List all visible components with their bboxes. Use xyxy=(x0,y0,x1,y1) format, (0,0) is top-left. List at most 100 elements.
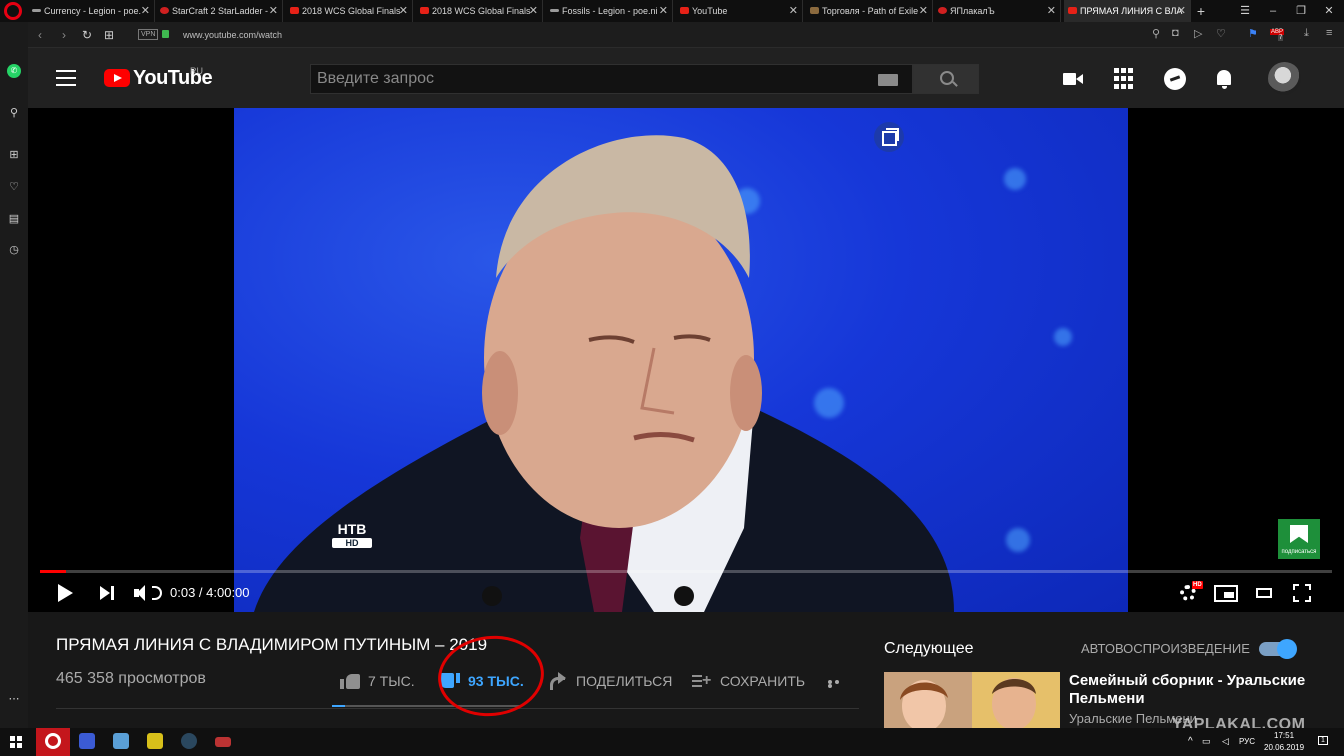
news-icon[interactable]: ▤ xyxy=(7,212,21,226)
taskbar-steam[interactable] xyxy=(172,728,206,756)
close-icon[interactable]: ✕ xyxy=(141,0,150,22)
browser-sidebar: ✆ ⚲ ⊞ ♡ ▤ ◷ ⋯ xyxy=(0,22,28,728)
next-video-icon[interactable] xyxy=(100,585,114,601)
miniplayer-icon[interactable] xyxy=(1214,585,1238,602)
path-of-exile-icon xyxy=(810,7,819,14)
browser-tab[interactable]: Fossils - Legion - poe.ni ✕ xyxy=(546,0,673,22)
notification-center-icon[interactable]: 1 xyxy=(1318,736,1328,745)
taskbar-opera[interactable] xyxy=(36,728,70,756)
save-button[interactable]: СОХРАНИТЬ xyxy=(692,672,805,690)
lock-icon xyxy=(162,30,169,38)
ntv-logo: НТВ HD xyxy=(332,520,372,560)
taskbar-app[interactable] xyxy=(104,728,138,756)
forward-icon[interactable]: › xyxy=(62,26,66,44)
picture-in-picture-icon[interactable] xyxy=(874,122,904,152)
search-input[interactable] xyxy=(311,65,871,93)
close-icon[interactable]: ✕ xyxy=(269,0,278,22)
speaker-ear xyxy=(730,355,762,431)
close-icon[interactable]: ✕ xyxy=(789,0,798,22)
search-icon[interactable]: ⚲ xyxy=(1152,27,1160,40)
opera-menu-icon[interactable] xyxy=(4,2,22,20)
app-icon xyxy=(215,737,231,747)
youtube-logo-icon[interactable] xyxy=(104,69,130,87)
new-tab-button[interactable]: + xyxy=(1190,0,1212,22)
recommended-thumbnail[interactable] xyxy=(884,672,1060,728)
save-disk-icon xyxy=(79,733,95,749)
flag-icon[interactable]: ⚑ xyxy=(1248,27,1258,40)
menu-icon[interactable]: ≡ xyxy=(1326,27,1332,39)
subscribe-watermark[interactable]: подписаться xyxy=(1278,519,1320,559)
send-icon[interactable]: ▷ xyxy=(1194,27,1202,40)
autoplay-toggle[interactable] xyxy=(1259,639,1297,659)
clock-time[interactable]: 17:51 xyxy=(1274,731,1294,740)
restore-icon[interactable]: ❐ xyxy=(1290,0,1312,22)
browser-tab[interactable]: YouTube ✕ xyxy=(676,0,803,22)
yaplakal-icon xyxy=(938,7,947,14)
share-button[interactable]: ПОДЕЛИТЬСЯ xyxy=(548,672,672,690)
play-icon[interactable] xyxy=(58,584,73,602)
minimize-icon[interactable]: – xyxy=(1262,0,1284,22)
tab-menu-icon[interactable]: ☰ xyxy=(1234,0,1256,22)
apps-grid-icon[interactable] xyxy=(1114,68,1136,90)
create-video-icon[interactable] xyxy=(1062,68,1084,90)
close-icon[interactable]: ✕ xyxy=(399,0,408,22)
steam-icon xyxy=(181,733,197,749)
fullscreen-icon[interactable] xyxy=(1293,584,1311,602)
history-icon[interactable]: ◷ xyxy=(7,243,21,257)
youtube-icon xyxy=(1068,7,1077,14)
speed-dial-icon[interactable]: ⊞ xyxy=(7,148,21,162)
browser-tab[interactable]: Торговля - Path of Exile ✕ xyxy=(806,0,933,22)
youtube-icon xyxy=(290,7,299,14)
tabs-grid-icon[interactable]: ⊞ xyxy=(104,26,114,44)
search-button[interactable] xyxy=(913,64,979,94)
whatsapp-icon[interactable]: ✆ xyxy=(7,64,21,78)
vpn-badge[interactable]: VPN xyxy=(138,29,159,40)
recommended-title[interactable]: Семейный сборник - Уральские Пельмени xyxy=(1069,672,1329,708)
language-indicator[interactable]: РУС xyxy=(1239,737,1255,746)
more-actions-icon[interactable] xyxy=(828,680,848,688)
browser-tab[interactable]: Currency - Legion - poe. ✕ xyxy=(28,0,155,22)
progress-bar[interactable] xyxy=(40,570,1332,573)
url-field[interactable]: www.youtube.com/watch xyxy=(183,22,282,48)
close-icon[interactable]: ✕ xyxy=(529,0,538,22)
download-icon[interactable]: ⤓ xyxy=(1304,27,1309,40)
taskbar-app[interactable] xyxy=(206,728,240,756)
heart-icon[interactable]: ♡ xyxy=(7,180,21,194)
keyboard-icon[interactable] xyxy=(878,74,898,86)
close-icon[interactable]: ✕ xyxy=(1047,0,1056,22)
browser-tab[interactable]: StarCraft 2 StarLadder - ✕ xyxy=(156,0,283,22)
windows-start-icon[interactable] xyxy=(10,736,22,748)
back-icon[interactable]: ‹ xyxy=(38,26,42,44)
close-icon[interactable]: ✕ xyxy=(1177,0,1186,22)
guide-menu-icon[interactable] xyxy=(56,70,76,86)
theater-mode-icon[interactable] xyxy=(1256,588,1272,598)
network-icon[interactable]: ▭ xyxy=(1202,736,1211,747)
bookmark-heart-icon[interactable]: ♡ xyxy=(1216,27,1226,40)
taskbar-app[interactable] xyxy=(70,728,104,756)
close-icon[interactable]: ✕ xyxy=(659,0,668,22)
video-frame[interactable]: НТВ HD xyxy=(234,108,1128,612)
browser-tab[interactable]: 2018 WCS Global Finals ✕ xyxy=(286,0,413,22)
reload-icon[interactable]: ↻ xyxy=(82,26,92,44)
browser-tab[interactable]: ЯПлакалЪ ✕ xyxy=(934,0,1061,22)
youtube-masthead: YouTube RU xyxy=(28,48,1344,108)
speaker-icon[interactable]: ◁ xyxy=(1222,736,1229,747)
more-icon[interactable]: ⋯ xyxy=(7,692,21,706)
search-icon[interactable]: ⚲ xyxy=(7,106,21,120)
clock-date[interactable]: 20.06.2019 xyxy=(1264,743,1304,752)
avatar[interactable] xyxy=(1268,62,1301,95)
starcraft-icon xyxy=(160,7,169,14)
notifications-bell-icon[interactable] xyxy=(1214,68,1236,90)
browser-tab-bar: Currency - Legion - poe. ✕ StarCraft 2 St… xyxy=(0,0,1344,22)
browser-tab-active[interactable]: ПРЯМАЯ ЛИНИЯ С ВЛА ✕ xyxy=(1064,0,1191,22)
share-arrow-icon xyxy=(548,672,568,690)
close-icon[interactable]: ✕ xyxy=(919,0,928,22)
snapshot-icon[interactable]: ◘ xyxy=(1172,27,1179,39)
tray-chevron-icon[interactable]: ^ xyxy=(1188,736,1193,747)
window-close-icon[interactable]: ✕ xyxy=(1318,0,1340,22)
messages-icon[interactable] xyxy=(1164,68,1186,90)
video-player[interactable]: НТВ HD подписаться 0:03 / 4:00:00 HD xyxy=(28,108,1344,612)
like-button[interactable]: 7 ТЫС. xyxy=(340,672,415,690)
taskbar-app[interactable] xyxy=(138,728,172,756)
browser-tab[interactable]: 2018 WCS Global Finals ✕ xyxy=(416,0,543,22)
